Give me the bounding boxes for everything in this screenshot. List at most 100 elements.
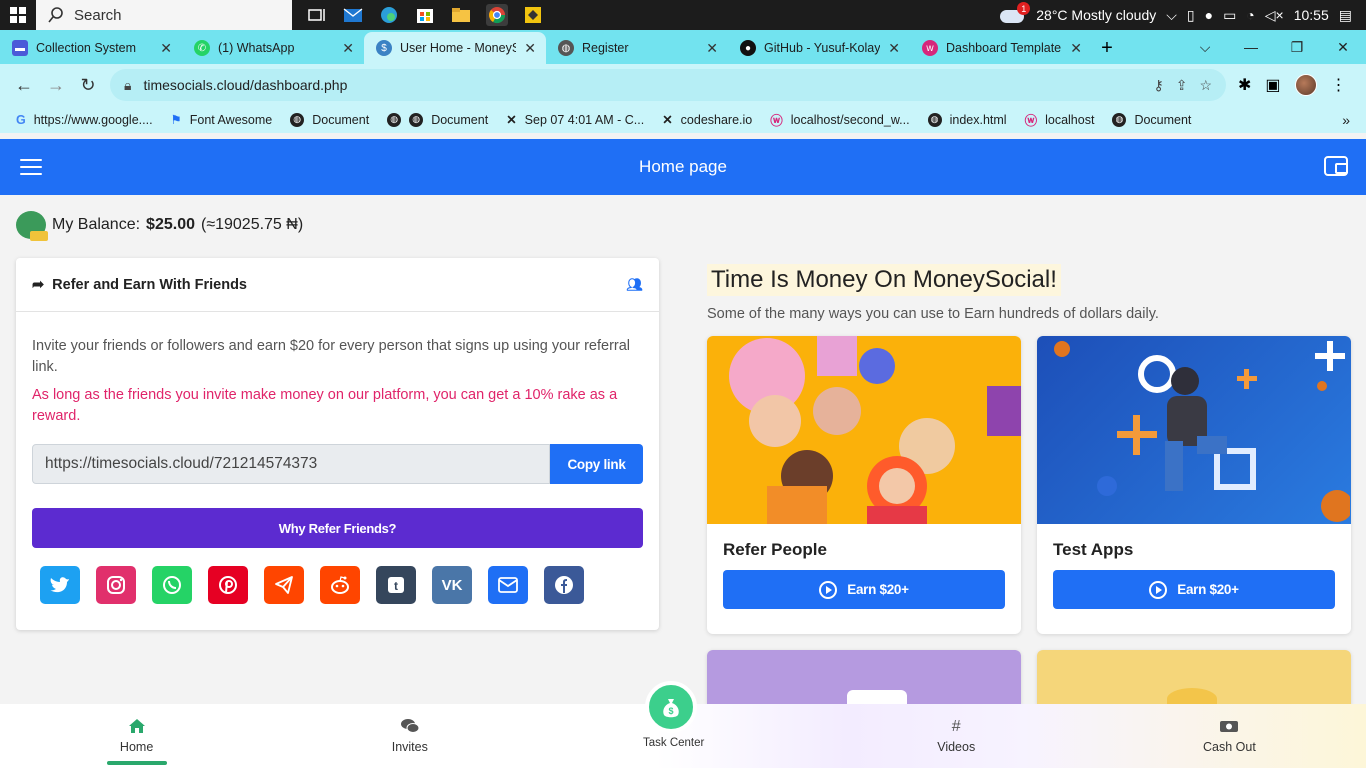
wallet-icon[interactable] — [1324, 156, 1348, 176]
nav-videos[interactable]: # Videos — [820, 704, 1093, 768]
tab-label: (1) WhatsApp — [218, 41, 295, 55]
taskbar-search[interactable]: Search — [36, 0, 292, 30]
profile-avatar[interactable] — [1294, 74, 1317, 96]
bookmark-google[interactable]: Ghttps://www.google.... — [16, 113, 153, 127]
bookmark-codeshare[interactable]: ✕ codeshare.io — [662, 112, 752, 128]
nav-label: Cash Out — [1203, 740, 1256, 754]
chrome-icon[interactable] — [486, 4, 508, 26]
side-panel-icon[interactable]: ▣ — [1265, 75, 1280, 95]
task-center-button[interactable]: $ — [645, 681, 697, 733]
tumblr-icon[interactable]: t — [376, 566, 416, 604]
why-refer-button[interactable]: Why Refer Friends? — [32, 508, 643, 548]
nav-home[interactable]: Home — [0, 704, 273, 768]
close-icon[interactable]: ✕ — [524, 40, 536, 57]
bookmark-sep07[interactable]: ✕ Sep 07 4:01 AM - C... — [506, 112, 644, 128]
close-icon[interactable]: ✕ — [888, 40, 900, 57]
weather-icon[interactable]: 1 — [1000, 2, 1031, 24]
tab-register[interactable]: ◍ Register ✕ — [546, 32, 728, 64]
edge-icon[interactable] — [378, 4, 400, 26]
mail-icon[interactable] — [342, 4, 364, 26]
nav-cash-out[interactable]: Cash Out — [1093, 704, 1366, 768]
wifi-icon[interactable]: ◔ — [1246, 7, 1254, 23]
twitter-icon[interactable] — [40, 566, 80, 604]
hamburger-menu-icon[interactable] — [20, 159, 42, 175]
bookmark-localhost-second[interactable]: ⓦ localhost/second_w... — [770, 110, 909, 129]
instagram-icon[interactable] — [96, 566, 136, 604]
bookmark-label: localhost/second_w... — [790, 112, 910, 127]
bookmark-font-awesome[interactable]: ⚑ Font Awesome — [171, 112, 273, 128]
close-icon[interactable]: ✕ — [1070, 40, 1082, 57]
store-icon[interactable] — [414, 4, 436, 26]
balance-row: My Balance: $25.00 (≈19025.75 ₦) — [16, 211, 303, 241]
facebook-icon[interactable] — [544, 566, 584, 604]
omnibox[interactable]: 🔒︎ timesocials.cloud/dashboard.php ⚷ ⇪ ☆ — [110, 69, 1226, 101]
vk-icon[interactable]: VK — [432, 566, 472, 604]
referral-link-group: https://timesocials.cloud/721214574373 C… — [32, 444, 643, 484]
earn-button[interactable]: Earn $20+ — [1053, 570, 1335, 609]
close-icon[interactable]: ✕ — [160, 40, 172, 57]
bookmark-localhost[interactable]: ⓦ localhost — [1025, 110, 1095, 129]
share-arrow-icon: ➦ — [32, 276, 45, 293]
menu-kebab-icon[interactable]: ⋮ — [1331, 75, 1347, 95]
restore-icon[interactable]: ❐ — [1274, 30, 1320, 64]
close-icon[interactable]: ✕ — [342, 40, 354, 57]
forward-icon[interactable]: → — [40, 69, 72, 101]
tab-whatsapp[interactable]: ✆ (1) WhatsApp ✕ — [182, 32, 364, 64]
bookmark-document-2[interactable]: ◍ ◍ Document — [387, 112, 488, 127]
active-indicator — [106, 761, 167, 765]
referral-link-input[interactable]: https://timesocials.cloud/721214574373 — [32, 444, 550, 484]
users-icon[interactable]: 👥︎ — [626, 277, 643, 293]
telegram-icon[interactable] — [264, 566, 304, 604]
tab-label: User Home - MoneySo — [400, 41, 517, 55]
url-text[interactable]: timesocials.cloud/dashboard.php — [143, 77, 1141, 93]
task-center-label: Task Center — [643, 737, 705, 749]
globe-icon: ◍ — [290, 112, 305, 127]
nav-invites[interactable]: Invites — [273, 704, 546, 768]
pinterest-icon[interactable] — [208, 566, 248, 604]
reload-icon[interactable]: ↻ — [72, 69, 104, 101]
notification-icon[interactable]: ▤ — [1339, 7, 1352, 24]
battery-icon[interactable]: ▭ — [1223, 7, 1236, 24]
app-icon[interactable] — [522, 4, 544, 26]
chevron-up-icon[interactable]: ⌵ — [1166, 7, 1177, 24]
tab-collection-system[interactable]: ▬ Collection System ✕ — [0, 32, 182, 64]
tray-device-icon[interactable]: ▯ — [1187, 7, 1195, 24]
tab-label: Collection System — [36, 41, 137, 55]
key-icon[interactable]: ⚷ — [1153, 77, 1163, 94]
bookmark-document[interactable]: ◍ Document — [290, 112, 369, 127]
refer-card-header: ➦ Refer and Earn With Friends 👥︎ — [16, 258, 659, 312]
back-icon[interactable]: ← — [8, 69, 40, 101]
bookmark-document-3[interactable]: ◍ Document — [1112, 112, 1191, 127]
clock[interactable]: 10:55 — [1294, 7, 1329, 23]
chevron-double-right-icon[interactable]: » — [1342, 112, 1350, 128]
wamp-icon: ⓦ — [1024, 114, 1038, 128]
tab-search-icon[interactable]: ⌵ — [1182, 30, 1228, 64]
balance-amount: $25.00 — [146, 216, 195, 233]
tab-user-home[interactable]: $ User Home - MoneySo ✕ — [364, 32, 546, 64]
bookmark-index[interactable]: ◍ index.html — [927, 112, 1007, 127]
reddit-icon[interactable] — [320, 566, 360, 604]
refer-people-image — [707, 336, 1021, 524]
earn-button[interactable]: Earn $20+ — [723, 570, 1005, 609]
volume-icon[interactable]: ◁× — [1265, 7, 1284, 24]
lock-icon[interactable]: 🔒︎ — [124, 77, 131, 94]
hashtag-icon: # — [951, 718, 961, 735]
new-tab-button[interactable]: + — [1092, 32, 1122, 64]
minimize-icon[interactable]: — — [1228, 30, 1274, 64]
tray-network-off-icon[interactable]: ● — [1205, 7, 1213, 23]
whatsapp-icon[interactable] — [152, 566, 192, 604]
start-button[interactable] — [0, 0, 36, 30]
address-toolbar: ← → ↻ 🔒︎ timesocials.cloud/dashboard.php… — [0, 64, 1366, 106]
file-explorer-icon[interactable] — [450, 4, 472, 26]
window-close-icon[interactable]: ✕ — [1320, 30, 1366, 64]
close-icon[interactable]: ✕ — [706, 40, 718, 57]
copy-link-button[interactable]: Copy link — [550, 444, 643, 484]
email-icon[interactable] — [488, 566, 528, 604]
extensions-icon[interactable]: ✱ — [1238, 75, 1251, 95]
tab-github[interactable]: ● GitHub - Yusuf-Kolayo ✕ — [728, 32, 910, 64]
star-icon[interactable]: ☆ — [1199, 77, 1212, 94]
tab-dashboard-template[interactable]: w Dashboard Template - ✕ — [910, 32, 1092, 64]
share-icon[interactable]: ⇪ — [1176, 77, 1188, 94]
weather-text[interactable]: 28°C Mostly cloudy — [1036, 7, 1156, 23]
task-view-icon[interactable] — [306, 4, 328, 26]
